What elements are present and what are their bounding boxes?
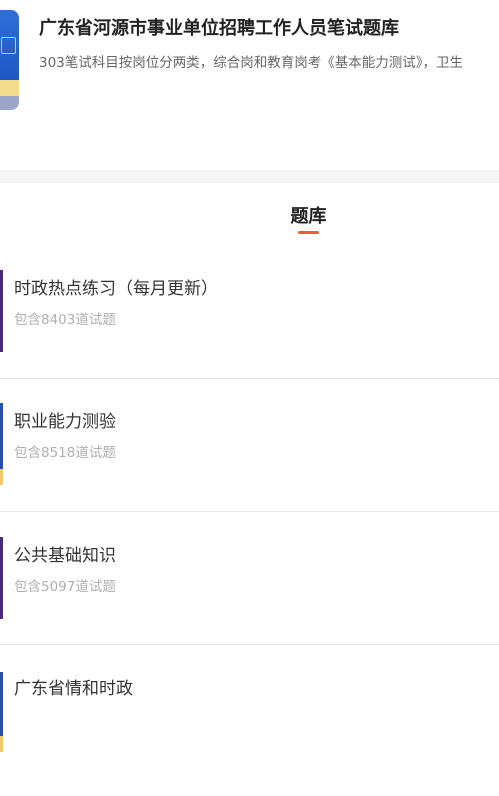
bank-question-count: 包含8518道试题 (14, 445, 116, 461)
bank-question-count: 包含8403道试题 (14, 312, 116, 328)
list-divider (0, 644, 499, 645)
bank-name: 公共基础知识 (14, 546, 116, 566)
book-header: 广东省河源市事业单位招聘工作人员笔试题库 303笔试科目按岗位分两类，综合岗和教… (0, 0, 499, 170)
question-bank-item[interactable]: 时政热点练习（每月更新） 包含8403道试题 (0, 264, 499, 396)
list-divider (0, 378, 499, 379)
bank-name: 时政热点练习（每月更新） (14, 279, 218, 299)
question-bank-item[interactable]: 广东省情和时政 (0, 664, 499, 796)
bank-cover-edge-accent (0, 469, 3, 485)
book-cover[interactable] (0, 10, 19, 110)
bank-cover-edge-accent (0, 736, 3, 752)
active-tab-indicator (298, 231, 319, 234)
bank-cover-edge (0, 403, 3, 469)
bank-cover-edge (0, 270, 3, 352)
bank-question-count: 包含5097道试题 (14, 579, 116, 595)
bank-name: 职业能力测验 (14, 412, 116, 432)
list-divider (0, 511, 499, 512)
bank-cover-edge (0, 672, 3, 736)
bank-name: 广东省情和时政 (14, 679, 133, 699)
question-bank-item[interactable]: 职业能力测验 包含8518道试题 (0, 397, 499, 529)
book-title: 广东省河源市事业单位招聘工作人员笔试题库 (39, 18, 399, 39)
bank-cover-edge (0, 537, 3, 619)
cover-emblem-icon (1, 37, 16, 54)
section-divider (0, 170, 499, 183)
book-description: 303笔试科目按岗位分两类，综合岗和教育岗考《基本能力测试》，卫生 (39, 55, 464, 71)
tab-question-bank[interactable]: 题库 (0, 202, 499, 228)
